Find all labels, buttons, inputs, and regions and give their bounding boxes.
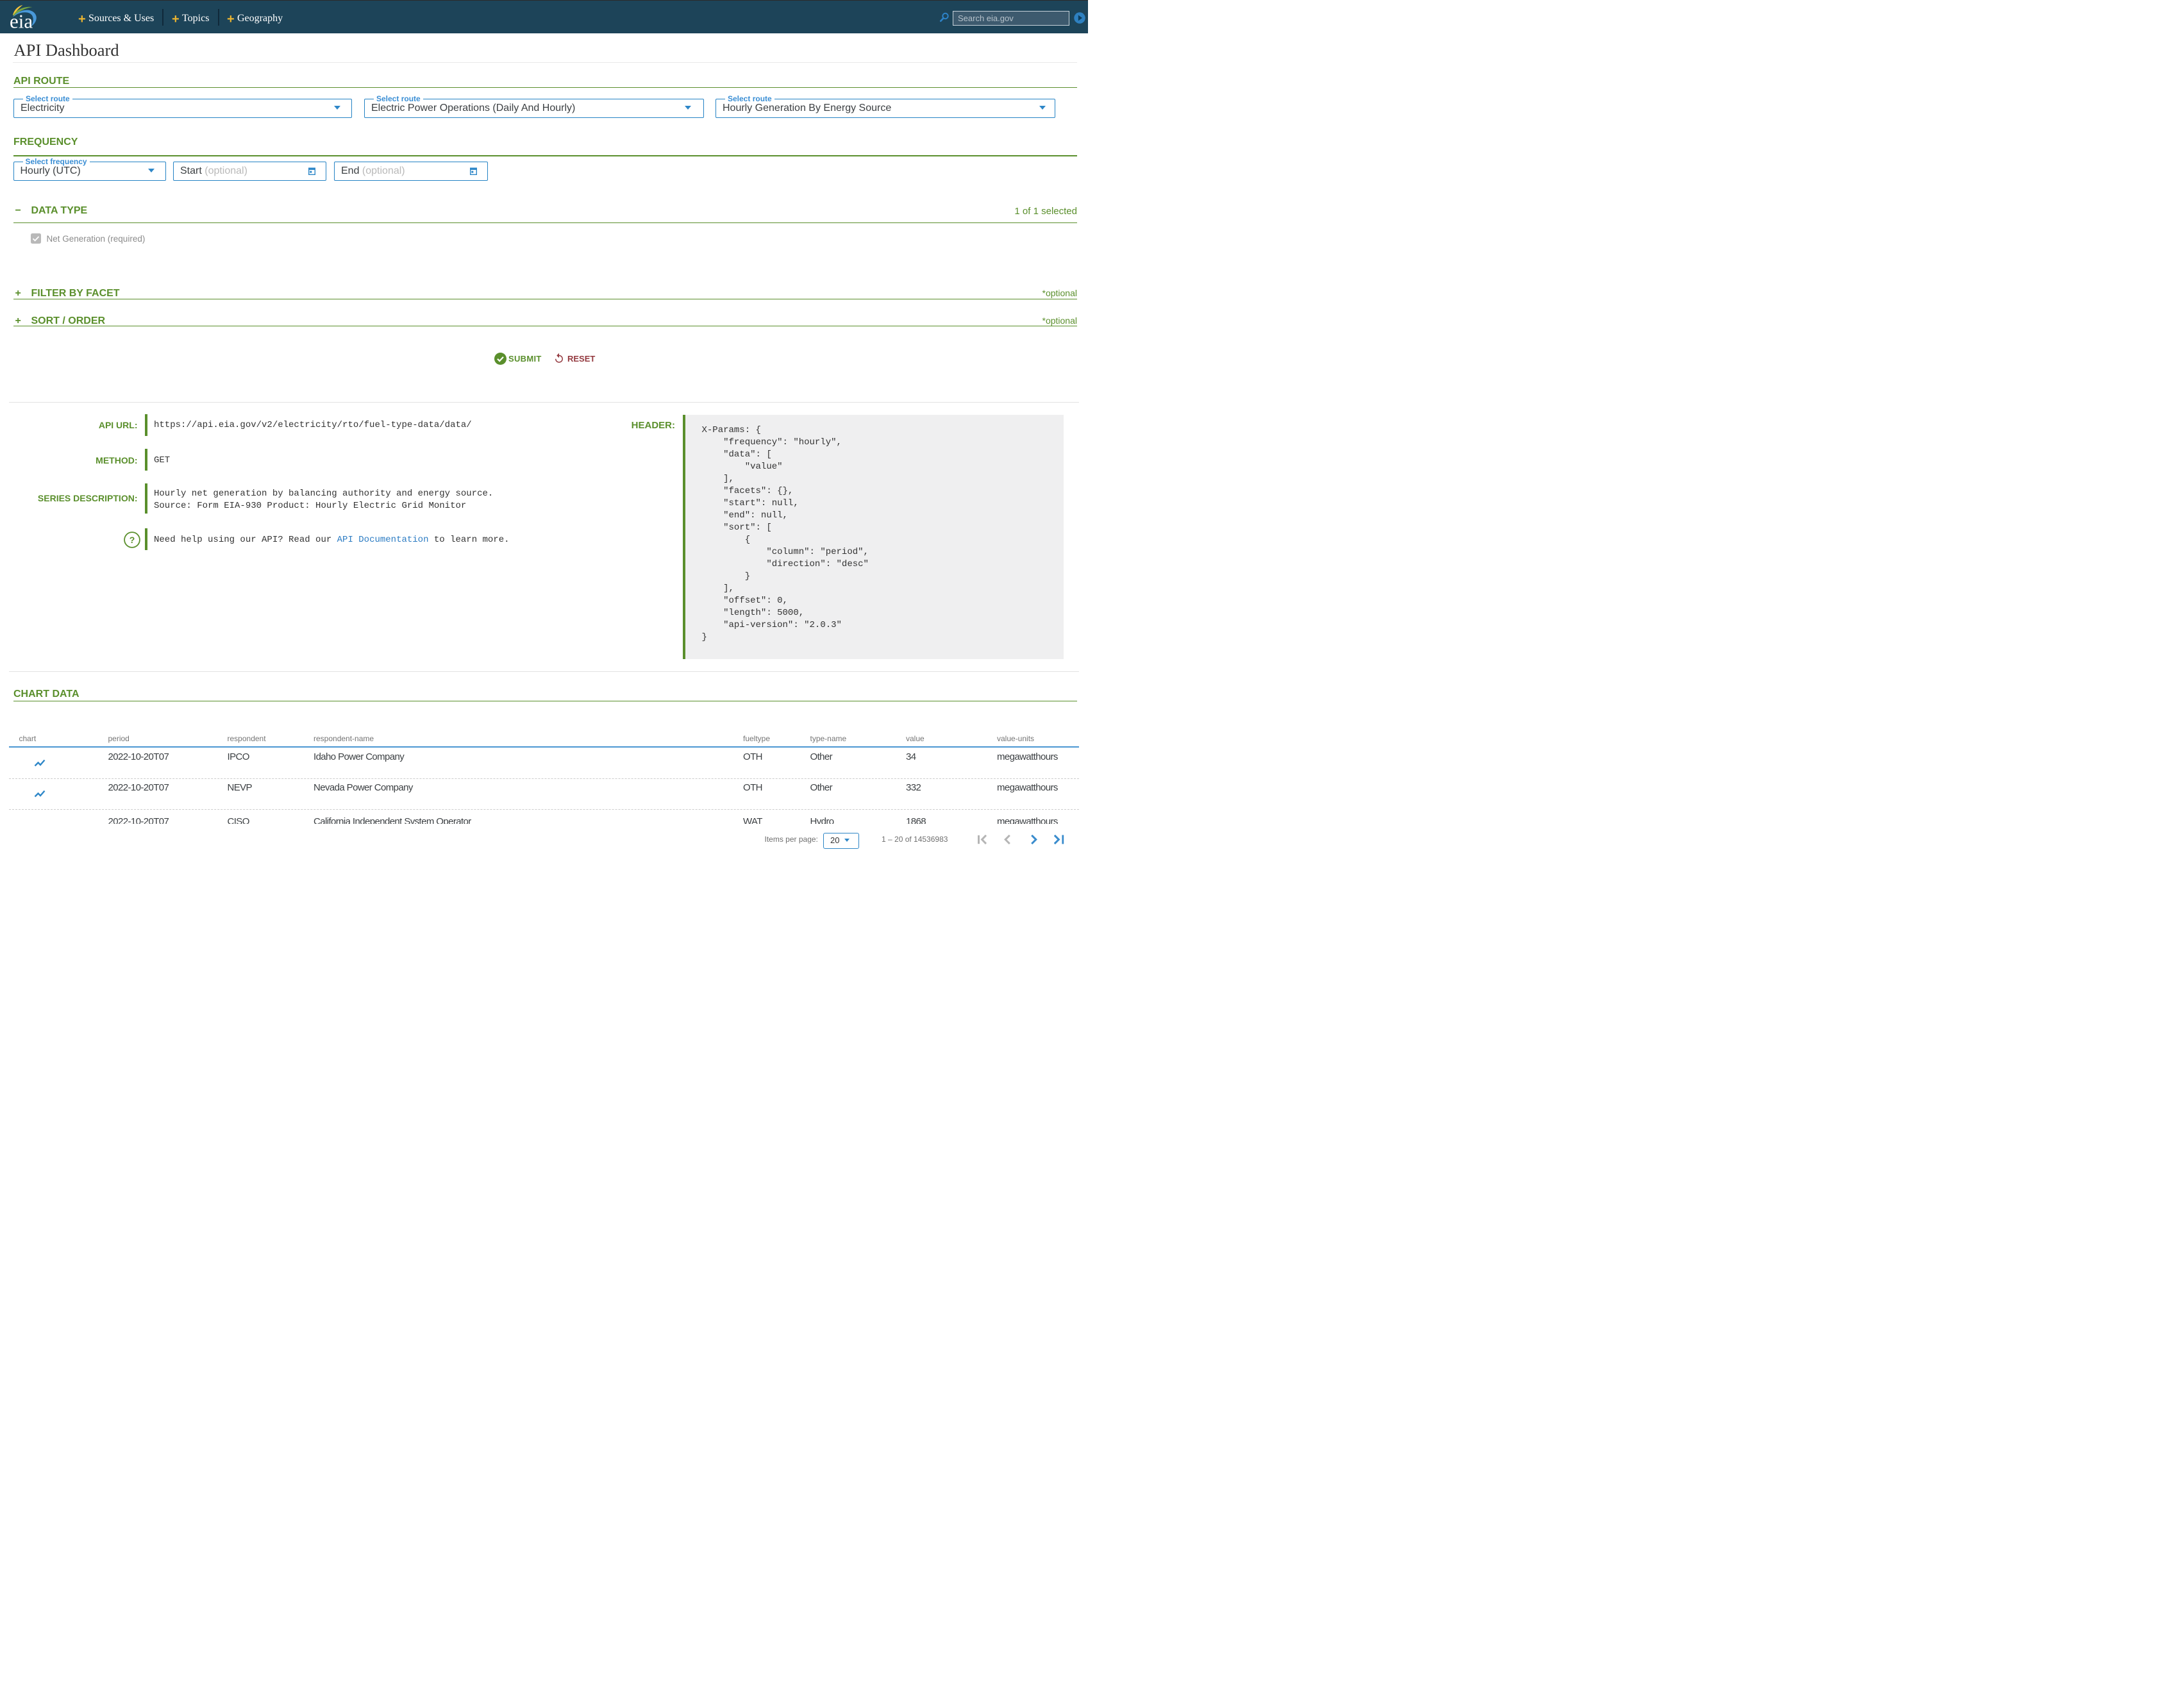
svg-text:eia: eia xyxy=(10,10,33,32)
svg-text:?: ? xyxy=(130,535,135,545)
